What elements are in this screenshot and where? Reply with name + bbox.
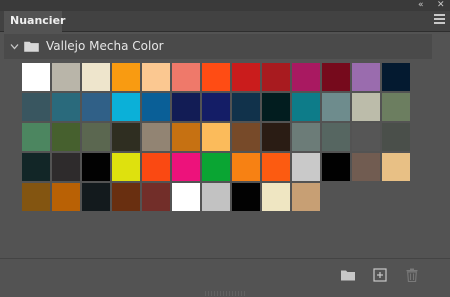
color-swatch[interactable] [22, 63, 50, 91]
color-swatch[interactable] [82, 123, 110, 151]
color-swatch[interactable] [112, 63, 140, 91]
folder-icon [24, 41, 39, 52]
panel-tab-row: Nuancier [0, 11, 450, 32]
color-swatch[interactable] [52, 123, 80, 151]
color-swatch[interactable] [52, 63, 80, 91]
color-swatch[interactable] [52, 153, 80, 181]
color-swatch[interactable] [172, 63, 200, 91]
swatch-group-header[interactable]: Vallejo Mecha Color [4, 34, 432, 59]
color-swatch[interactable] [202, 183, 230, 211]
color-swatch[interactable] [112, 153, 140, 181]
swatches-panel: « ✕ Nuancier Vallejo Mecha Color [0, 0, 450, 297]
double-chevron-left-icon[interactable]: « [418, 0, 424, 11]
color-swatch[interactable] [142, 93, 170, 121]
color-swatch[interactable] [262, 93, 290, 121]
color-swatch[interactable] [292, 153, 320, 181]
tab-label: Nuancier [10, 14, 66, 27]
color-swatch[interactable] [172, 183, 200, 211]
hamburger-menu-icon[interactable] [434, 14, 445, 26]
new-swatch-icon[interactable] [372, 267, 388, 283]
chevron-down-icon[interactable] [10, 42, 19, 51]
tab-nuancier[interactable]: Nuancier [4, 11, 66, 32]
color-swatch[interactable] [22, 183, 50, 211]
color-swatch[interactable] [82, 63, 110, 91]
group-name: Vallejo Mecha Color [46, 39, 164, 53]
color-swatch[interactable] [262, 63, 290, 91]
color-swatch[interactable] [262, 153, 290, 181]
new-group-folder-icon[interactable] [340, 267, 356, 283]
color-swatch[interactable] [382, 123, 410, 151]
color-swatch[interactable] [142, 63, 170, 91]
color-swatch[interactable] [262, 123, 290, 151]
trash-icon[interactable] [404, 267, 420, 283]
color-swatch[interactable] [202, 93, 230, 121]
color-swatch[interactable] [22, 123, 50, 151]
color-swatch[interactable] [352, 153, 380, 181]
color-swatch[interactable] [172, 93, 200, 121]
color-swatch[interactable] [352, 63, 380, 91]
color-swatch[interactable] [82, 183, 110, 211]
color-swatch[interactable] [82, 93, 110, 121]
color-swatch[interactable] [352, 93, 380, 121]
color-swatch[interactable] [172, 153, 200, 181]
color-swatch[interactable] [202, 63, 230, 91]
color-swatch[interactable] [52, 183, 80, 211]
color-swatch[interactable] [322, 123, 350, 151]
color-swatch[interactable] [82, 153, 110, 181]
color-swatch[interactable] [112, 123, 140, 151]
color-swatch[interactable] [292, 63, 320, 91]
resize-grip[interactable] [205, 291, 245, 296]
color-swatch[interactable] [232, 93, 260, 121]
color-swatch[interactable] [172, 123, 200, 151]
color-swatch[interactable] [382, 153, 410, 181]
color-swatch[interactable] [322, 153, 350, 181]
color-swatch[interactable] [22, 153, 50, 181]
color-swatch[interactable] [262, 183, 290, 211]
color-swatch[interactable] [112, 183, 140, 211]
color-swatch[interactable] [142, 183, 170, 211]
color-swatch[interactable] [202, 153, 230, 181]
color-swatch[interactable] [22, 93, 50, 121]
color-swatch[interactable] [142, 153, 170, 181]
panel-title-bar: « ✕ [0, 0, 450, 11]
color-swatch[interactable] [322, 93, 350, 121]
color-swatch[interactable] [202, 123, 230, 151]
color-swatch[interactable] [292, 183, 320, 211]
swatch-grid [22, 63, 410, 213]
color-swatch[interactable] [232, 63, 260, 91]
color-swatch[interactable] [322, 63, 350, 91]
color-swatch[interactable] [232, 123, 260, 151]
color-swatch[interactable] [232, 153, 260, 181]
color-swatch[interactable] [52, 93, 80, 121]
color-swatch[interactable] [292, 93, 320, 121]
color-swatch[interactable] [382, 93, 410, 121]
color-swatch[interactable] [112, 93, 140, 121]
color-swatch[interactable] [142, 123, 170, 151]
color-swatch[interactable] [292, 123, 320, 151]
color-swatch[interactable] [232, 183, 260, 211]
close-icon[interactable]: ✕ [437, 0, 445, 11]
color-swatch[interactable] [352, 123, 380, 151]
color-swatch[interactable] [382, 63, 410, 91]
